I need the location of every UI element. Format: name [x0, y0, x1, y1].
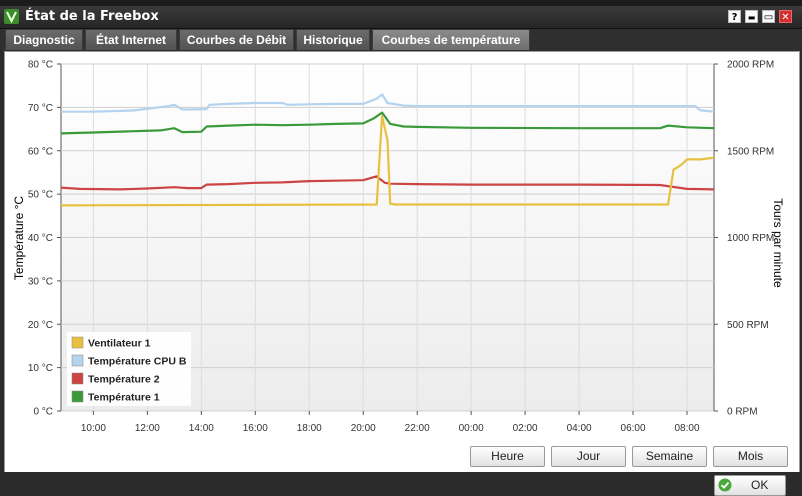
x-tick-label: 04:00	[567, 423, 592, 434]
temperature-chart: 0 °C 10 °C 20 °C 30 °C 40 °C 50 °C 60 °C 70 °C 8…	[12, 60, 785, 435]
x-tick-label: 06:00	[621, 423, 646, 434]
semaine-button[interactable]: Semaine	[632, 446, 707, 467]
legend-swatch	[71, 372, 84, 385]
x-tick-label: 14:00	[189, 423, 214, 434]
y-axis-title: Température °C	[12, 196, 26, 280]
x-axis: 10:00 12:00 14:00 16:00 18:00 20:00 22:00 00:00…	[81, 411, 700, 434]
y-tick-label: 70 °C	[28, 103, 53, 114]
chart-legend: Ventilateur 1 Température CPU B Températur…	[67, 332, 191, 406]
check-icon	[718, 478, 732, 492]
x-tick-label: 08:00	[675, 423, 700, 434]
y2-tick-label: 1500 RPM	[727, 146, 774, 157]
x-tick-label: 02:00	[513, 423, 538, 434]
legend-label: Température CPU B	[88, 356, 187, 368]
x-tick-label: 12:00	[135, 423, 160, 434]
x-tick-label: 22:00	[405, 423, 430, 434]
y-tick-label: 10 °C	[28, 363, 53, 374]
ok-button[interactable]: OK	[714, 475, 786, 496]
jour-button[interactable]: Jour	[551, 446, 626, 467]
y-tick-label: 30 °C	[28, 276, 53, 287]
y2-tick-label: 1000 RPM	[727, 233, 774, 244]
legend-label: Température 1	[88, 392, 160, 404]
y-axis-left: 0 °C 10 °C 20 °C 30 °C 40 °C 50 °C 60 °C 70 °C 8…	[28, 60, 61, 418]
freebox-status-window: État de la Freebox ? ▬ ▭ ✕ Diagnostic Ét…	[0, 0, 802, 496]
mois-button[interactable]: Mois	[713, 446, 788, 467]
x-tick-label: 10:00	[81, 423, 106, 434]
y-tick-label: 50 °C	[28, 190, 53, 201]
y2-tick-label: 0 RPM	[727, 407, 758, 418]
x-tick-label: 18:00	[297, 423, 322, 434]
y-tick-label: 40 °C	[28, 233, 53, 244]
y-tick-label: 20 °C	[28, 320, 53, 331]
y-axis-right: 0 RPM 500 RPM 1000 RPM 1500 RPM 2000 RPM	[714, 60, 774, 418]
legend-swatch	[71, 336, 84, 349]
window-footer	[0, 472, 802, 495]
legend-swatch	[71, 354, 84, 367]
legend-label: Ventilateur 1	[88, 338, 151, 350]
y2-tick-label: 2000 RPM	[727, 60, 774, 71]
legend-label: Température 2	[88, 374, 160, 386]
ok-label: OK	[751, 478, 769, 492]
x-tick-label: 16:00	[243, 423, 268, 434]
y-tick-label: 0 °C	[33, 407, 53, 418]
legend-swatch	[71, 390, 84, 403]
y-tick-label: 80 °C	[28, 60, 53, 71]
y2-axis-title: Tours par minute	[771, 198, 785, 288]
y2-tick-label: 500 RPM	[727, 320, 769, 331]
heure-button[interactable]: Heure	[470, 446, 545, 467]
x-tick-label: 00:00	[459, 423, 484, 434]
x-tick-label: 20:00	[351, 423, 376, 434]
y-tick-label: 60 °C	[28, 146, 53, 157]
